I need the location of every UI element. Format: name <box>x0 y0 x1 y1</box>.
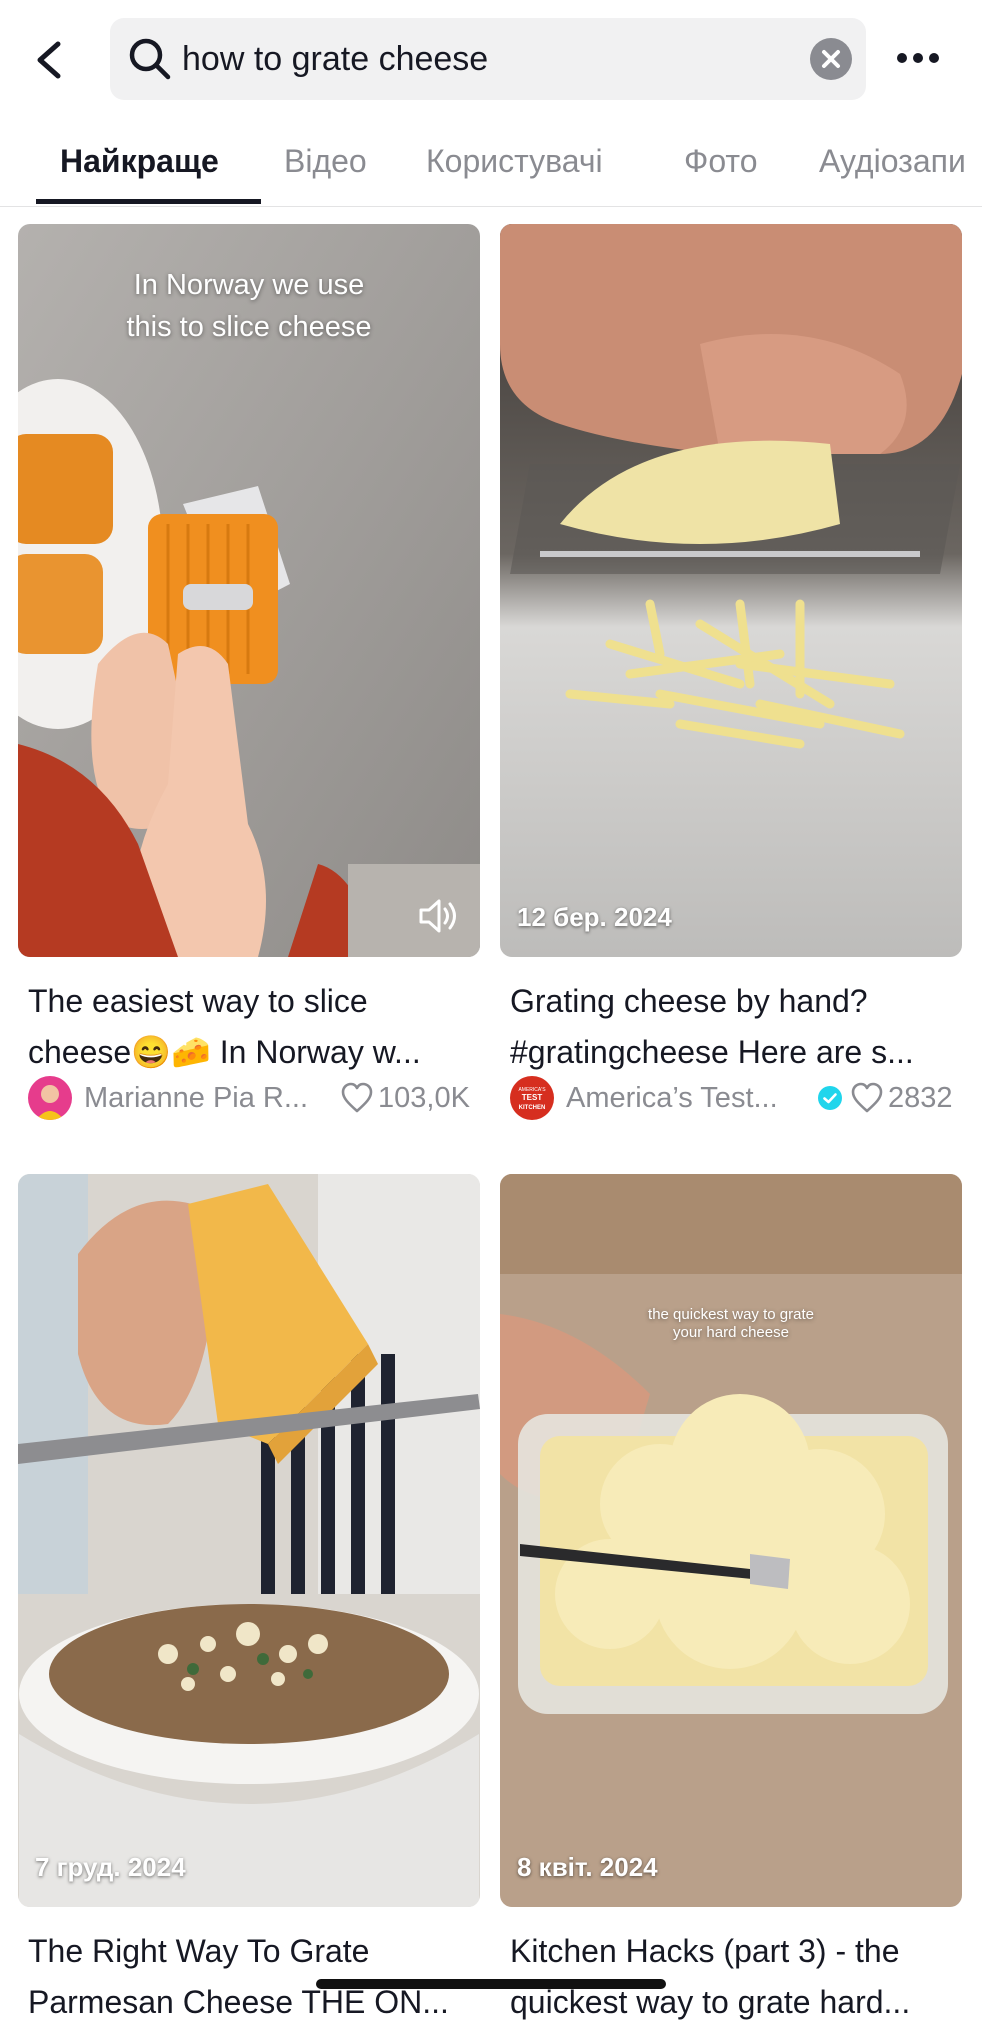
search-tabs: Найкраще Відео Користувачі Фото Аудіозап… <box>0 130 982 207</box>
video-description[interactable]: Kitchen Hacks (part 3) - the quickest wa… <box>510 1926 958 2028</box>
thumbnail-image <box>500 224 962 957</box>
overlay-line: this to slice cheese <box>126 311 372 343</box>
tab-top[interactable]: Найкраще <box>60 130 219 200</box>
avatar[interactable]: AMERICA'S TEST KITCHEN <box>510 1076 554 1120</box>
tab-sounds[interactable]: Аудіозапи <box>819 130 966 200</box>
home-indicator <box>316 1979 666 1989</box>
description-line: The easiest way to slice <box>28 983 368 1019</box>
author-name[interactable]: Marianne Pia R... <box>84 1076 308 1120</box>
verified-badge-icon <box>818 1086 842 1110</box>
close-icon <box>822 50 840 68</box>
search-input[interactable]: how to grate cheese <box>110 18 866 100</box>
video-thumbnail[interactable]: 12 бер. 2024 <box>500 224 962 957</box>
video-thumbnail[interactable]: 7 груд. 2024 <box>18 1174 480 1907</box>
search-query: how to grate cheese <box>182 40 489 78</box>
video-date: 7 груд. 2024 <box>35 1852 186 1882</box>
description-line: The Right Way To Grate <box>28 1933 370 1969</box>
thumbnail-image <box>18 1174 480 1907</box>
tab-users[interactable]: Користувачі <box>426 130 603 200</box>
avatar[interactable] <box>28 1076 72 1120</box>
video-date: 12 бер. 2024 <box>517 902 672 932</box>
tab-videos[interactable]: Відео <box>284 130 367 200</box>
tab-photos[interactable]: Фото <box>684 130 758 200</box>
overlay-line: the quickest way to grate <box>648 1306 814 1323</box>
more-options-button[interactable] <box>890 38 950 78</box>
description-line: Grating cheese by hand? <box>510 983 868 1019</box>
description-line: cheese😄🧀 In Norway w... <box>28 1034 421 1070</box>
heart-icon <box>341 1082 373 1113</box>
avatar-text: TEST <box>522 1093 543 1102</box>
video-date: 8 квіт. 2024 <box>517 1852 658 1882</box>
video-caption-overlay: In Norway we use this to slice cheese <box>18 264 480 348</box>
speaker-icon[interactable] <box>417 896 461 936</box>
clear-search-button[interactable] <box>810 38 852 80</box>
avatar-image <box>28 1076 72 1120</box>
avatar-text: KITCHEN <box>519 1105 546 1111</box>
video-thumbnail[interactable]: the quickest way to grate your hard chee… <box>500 1174 962 1907</box>
description-line: #gratingcheese Here are s... <box>510 1034 914 1070</box>
author-name[interactable]: America’s Test... <box>566 1076 778 1120</box>
video-description[interactable]: The easiest way to slice cheese😄🧀 In Nor… <box>28 976 476 1078</box>
video-description[interactable]: Grating cheese by hand? #gratingcheese H… <box>510 976 958 1078</box>
avatar-image: AMERICA'S TEST KITCHEN <box>510 1076 554 1120</box>
video-thumbnail[interactable]: In Norway we use this to slice cheese <box>18 224 480 957</box>
overlay-line: your hard cheese <box>673 1324 789 1341</box>
description-line: Kitchen Hacks (part 3) - the <box>510 1933 900 1969</box>
overlay-line: In Norway we use <box>133 269 365 301</box>
video-meta: Marianne Pia R... 103,0K <box>28 1076 480 1120</box>
chevron-left-icon <box>37 41 61 79</box>
video-meta: AMERICA'S TEST KITCHEN America’s Test...… <box>510 1076 962 1120</box>
video-caption-overlay: the quickest way to grate your hard chee… <box>500 1306 962 1342</box>
top-bar: how to grate cheese <box>0 0 982 120</box>
video-description[interactable]: The Right Way To Grate Parmesan Cheese T… <box>28 1926 476 2028</box>
active-tab-indicator <box>36 199 261 204</box>
heart-icon <box>851 1082 883 1113</box>
like-count: 103,0K <box>378 1082 470 1114</box>
like-count: 2832 <box>888 1082 953 1114</box>
search-icon <box>129 38 171 80</box>
back-button[interactable] <box>28 30 72 90</box>
more-horizontal-icon <box>897 53 939 63</box>
thumbnail-image <box>500 1174 962 1907</box>
